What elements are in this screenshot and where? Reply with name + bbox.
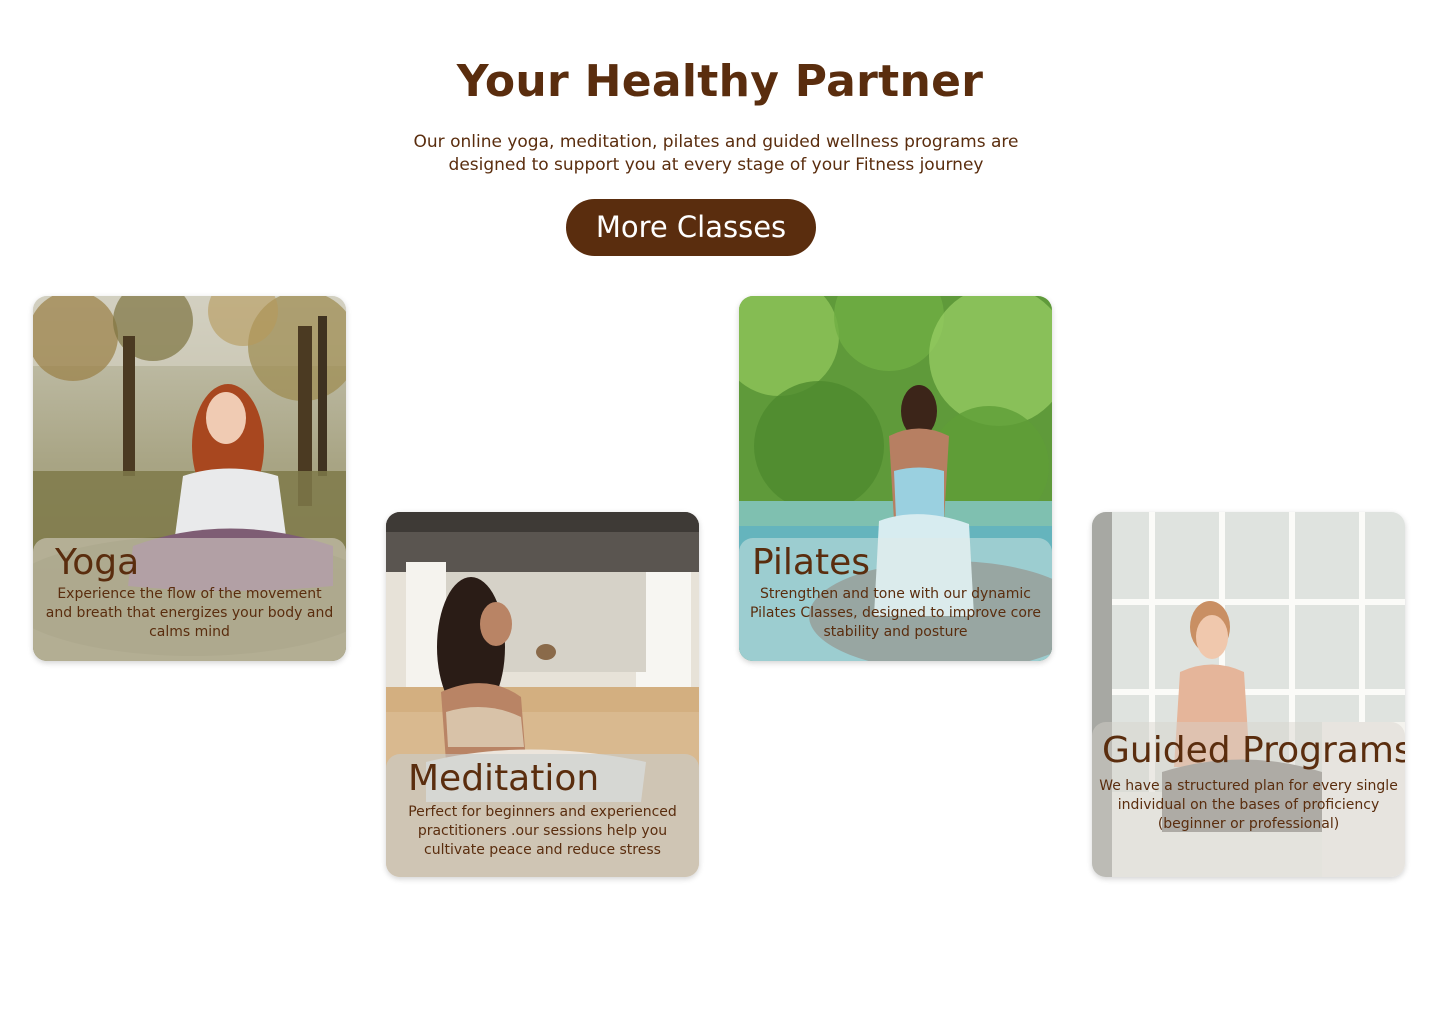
card-title: Pilates — [752, 542, 871, 583]
card-description: We have a structured plan for every sing… — [1099, 778, 1398, 832]
yoga-caption: Yoga Experience the flow of the movement… — [33, 538, 346, 661]
guided-programs-caption: Guided Programs We have a structured pla… — [1092, 722, 1405, 877]
class-card-guided-programs[interactable]: Guided Programs We have a structured pla… — [1092, 512, 1405, 877]
card-description: Perfect for beginners and experienced pr… — [408, 804, 677, 858]
card-title: Meditation — [408, 758, 600, 799]
hero-subtitle: Our online yoga, meditation, pilates and… — [413, 132, 1019, 175]
card-title: Guided Programs — [1102, 730, 1405, 771]
meditation-caption: Meditation Perfect for beginners and exp… — [386, 754, 699, 877]
class-card-meditation[interactable]: Meditation Perfect for beginners and exp… — [386, 512, 699, 877]
class-card-yoga[interactable]: Yoga Experience the flow of the movement… — [33, 296, 346, 661]
card-description: Experience the flow of the movement and … — [45, 586, 334, 640]
more-classes-button[interactable]: More Classes — [566, 199, 816, 256]
class-card-pilates[interactable]: Pilates Strengthen and tone with our dyn… — [739, 296, 1052, 661]
page-title: Your Healthy Partner — [456, 56, 984, 107]
card-description: Strengthen and tone with our dynamic Pil… — [750, 586, 1041, 640]
pilates-caption: Pilates Strengthen and tone with our dyn… — [739, 538, 1052, 661]
card-title: Yoga — [55, 542, 140, 583]
